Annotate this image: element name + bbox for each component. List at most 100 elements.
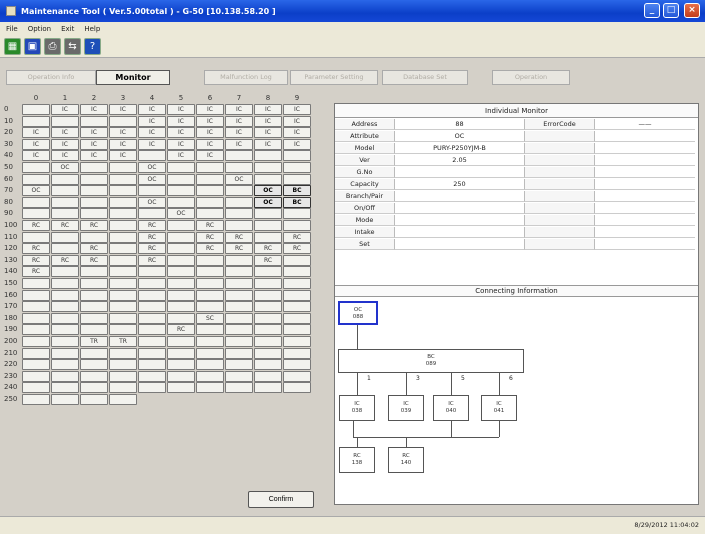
grid-cell[interactable]	[22, 347, 50, 359]
grid-cell[interactable]	[51, 208, 79, 220]
grid-cell[interactable]	[51, 185, 79, 197]
grid-cell[interactable]: OC	[225, 173, 253, 185]
grid-cell[interactable]	[167, 196, 195, 208]
grid-cell[interactable]	[51, 347, 79, 359]
grid-cell[interactable]: IC	[109, 150, 137, 162]
tab-operation[interactable]: Operation	[492, 70, 570, 85]
grid-cell[interactable]	[283, 266, 311, 278]
menu-exit[interactable]: Exit	[61, 25, 74, 33]
grid-cell[interactable]	[225, 278, 253, 289]
help-icon[interactable]: ?	[84, 38, 101, 55]
grid-cell[interactable]: RC	[196, 243, 224, 255]
grid-cell[interactable]	[109, 370, 137, 382]
grid-cell[interactable]: SC	[196, 312, 224, 324]
grid-cell[interactable]	[109, 301, 137, 313]
grid-cell[interactable]: OC	[138, 162, 166, 173]
grid-cell[interactable]	[80, 231, 108, 243]
grid-cell[interactable]	[283, 208, 311, 220]
confirm-button[interactable]: Confirm	[248, 491, 314, 508]
grid-cell[interactable]: IC	[167, 104, 195, 115]
grid-cell[interactable]	[196, 382, 224, 394]
grid-cell[interactable]	[109, 254, 137, 266]
grid-cell[interactable]: IC	[283, 115, 311, 127]
grid-cell[interactable]	[167, 382, 195, 394]
grid-cell[interactable]	[51, 359, 79, 371]
grid-cell[interactable]: IC	[167, 127, 195, 139]
grid-cell[interactable]	[22, 370, 50, 382]
grid-cell[interactable]	[80, 173, 108, 185]
grid-cell[interactable]: RC	[51, 220, 79, 231]
grid-cell[interactable]	[225, 266, 253, 278]
grid-cell[interactable]	[167, 266, 195, 278]
grid-cell[interactable]	[196, 347, 224, 359]
grid-cell[interactable]	[138, 324, 166, 336]
grid-cell[interactable]: IC	[283, 138, 311, 150]
grid-cell[interactable]: IC	[283, 127, 311, 139]
grid-cell[interactable]	[283, 150, 311, 162]
grid-cell[interactable]: RC	[22, 254, 50, 266]
menu-option[interactable]: Option	[28, 25, 51, 33]
grid-cell[interactable]	[196, 289, 224, 301]
grid-cell[interactable]: IC	[80, 150, 108, 162]
grid-cell[interactable]: RC	[138, 243, 166, 255]
grid-cell[interactable]	[51, 231, 79, 243]
grid-cell[interactable]	[109, 231, 137, 243]
grid-cell[interactable]	[22, 104, 50, 115]
grid-cell[interactable]	[225, 382, 253, 394]
grid-cell[interactable]: IC	[225, 138, 253, 150]
grid-cell[interactable]: RC	[22, 220, 50, 231]
grid-cell[interactable]	[80, 185, 108, 197]
grid-cell[interactable]	[225, 185, 253, 197]
grid-cell[interactable]	[138, 278, 166, 289]
grid-cell[interactable]	[283, 382, 311, 394]
grid-cell[interactable]: OC	[138, 173, 166, 185]
grid-cell[interactable]	[283, 301, 311, 313]
grid-cell[interactable]: RC	[196, 220, 224, 231]
grid-cell[interactable]	[283, 324, 311, 336]
ic-node[interactable]: IC 040	[433, 395, 469, 421]
grid-cell[interactable]: IC	[51, 127, 79, 139]
grid-cell[interactable]: IC	[51, 138, 79, 150]
grid-cell[interactable]	[196, 324, 224, 336]
grid-cell[interactable]	[167, 173, 195, 185]
grid-cell[interactable]: IC	[254, 104, 282, 115]
grid-cell[interactable]	[167, 254, 195, 266]
grid-cell[interactable]	[225, 162, 253, 173]
grid-cell[interactable]	[22, 394, 50, 405]
grid-cell[interactable]	[22, 301, 50, 313]
grid-cell[interactable]	[51, 370, 79, 382]
grid-cell[interactable]	[225, 359, 253, 371]
grid-cell[interactable]	[51, 196, 79, 208]
grid-cell[interactable]	[109, 196, 137, 208]
grid-cell[interactable]	[167, 312, 195, 324]
grid-cell[interactable]: OC	[51, 162, 79, 173]
grid-cell[interactable]	[225, 254, 253, 266]
tab-monitor[interactable]: Monitor	[96, 70, 170, 85]
grid-cell[interactable]: RC	[254, 243, 282, 255]
grid-cell[interactable]: IC	[225, 115, 253, 127]
grid-cell[interactable]: RC	[254, 254, 282, 266]
rc-node[interactable]: RC 138	[339, 447, 375, 473]
grid-cell[interactable]	[254, 278, 282, 289]
grid-cell[interactable]	[51, 312, 79, 324]
grid-cell[interactable]: IC	[196, 104, 224, 115]
grid-cell[interactable]: RC	[51, 254, 79, 266]
grid-cell[interactable]	[138, 150, 166, 162]
grid-cell[interactable]	[109, 324, 137, 336]
grid-cell[interactable]: OC	[167, 208, 195, 220]
grid-cell[interactable]	[138, 312, 166, 324]
menu-help[interactable]: Help	[84, 25, 100, 33]
grid-cell[interactable]: IC	[22, 138, 50, 150]
grid-cell[interactable]	[225, 324, 253, 336]
grid-cell[interactable]	[254, 347, 282, 359]
grid-cell[interactable]	[196, 254, 224, 266]
grid-cell[interactable]	[225, 220, 253, 231]
grid-cell[interactable]	[80, 208, 108, 220]
grid-cell[interactable]: RC	[138, 220, 166, 231]
grid-cell[interactable]: IC	[225, 104, 253, 115]
grid-cell[interactable]: IC	[109, 127, 137, 139]
grid-cell[interactable]	[109, 208, 137, 220]
print-icon[interactable]: ⎙	[44, 38, 61, 55]
grid-cell[interactable]	[196, 173, 224, 185]
ic-node[interactable]: IC 041	[481, 395, 517, 421]
